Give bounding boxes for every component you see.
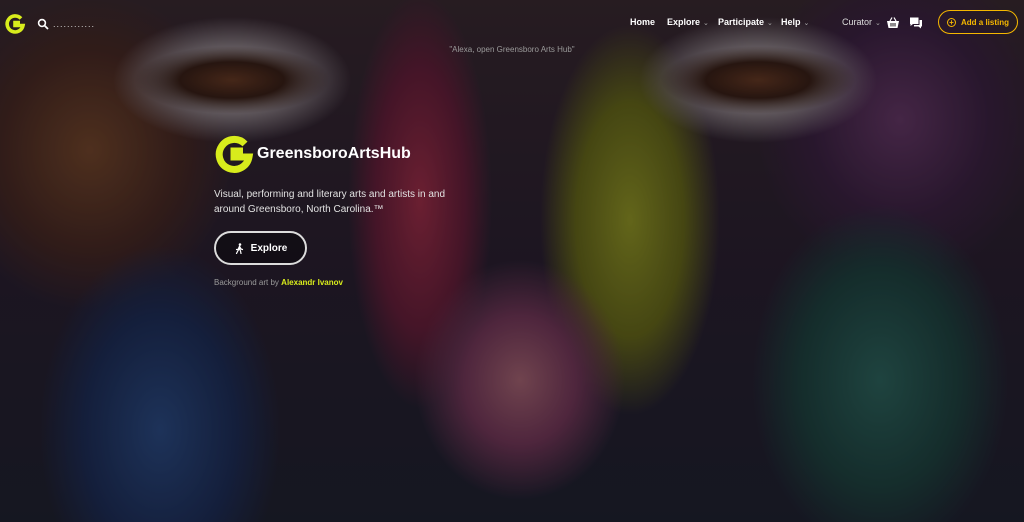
background-art bbox=[0, 0, 1024, 522]
credit-prefix: Background art by bbox=[214, 278, 279, 287]
alexa-hint: "Alexa, open Greensboro Arts Hub" bbox=[449, 45, 575, 54]
nav-explore-label: Explore bbox=[667, 17, 701, 27]
brand-name: GreensboroArtsHub bbox=[257, 145, 411, 162]
chevron-down-icon: ⌄ bbox=[767, 20, 773, 27]
basket-icon[interactable] bbox=[886, 16, 900, 30]
plus-circle-icon: + bbox=[947, 17, 956, 27]
walking-person-icon bbox=[235, 242, 243, 254]
top-navigation: Home Explore⌄ Participate⌄ Help⌄ Curator… bbox=[0, 0, 1024, 48]
search-icon[interactable] bbox=[37, 18, 49, 30]
site-logo-icon[interactable] bbox=[4, 13, 26, 35]
nav-home[interactable]: Home bbox=[630, 17, 655, 27]
search-input[interactable] bbox=[53, 16, 123, 32]
chevron-down-icon: ⌄ bbox=[803, 20, 810, 27]
nav-participate-label: Participate bbox=[718, 17, 765, 27]
nav-explore[interactable]: Explore ⌄ bbox=[667, 17, 709, 27]
user-menu-label: Curator bbox=[842, 17, 873, 27]
explore-button-label: Explore bbox=[250, 242, 288, 254]
chat-icon[interactable] bbox=[909, 16, 923, 30]
credit-artist-link[interactable]: Alexandr Ivanov bbox=[281, 278, 343, 287]
nav-help[interactable]: Help ⌄ bbox=[781, 17, 809, 27]
background-credit: Background art by Alexandr Ivanov bbox=[214, 278, 343, 287]
brand-logo-icon bbox=[215, 135, 254, 173]
chevron-down-icon: ⌄ bbox=[703, 20, 709, 27]
nav-help-label: Help bbox=[781, 17, 801, 27]
tagline: Visual, performing and literary arts and… bbox=[214, 189, 446, 215]
nav-home-label: Home bbox=[630, 17, 656, 27]
user-menu[interactable]: Curator ⌄ bbox=[842, 17, 881, 27]
chevron-down-icon: ⌄ bbox=[875, 20, 881, 27]
nav-participate[interactable]: Participate ⌄ bbox=[718, 17, 773, 27]
add-listing-button[interactable]: + Add a listing bbox=[938, 10, 1018, 34]
add-listing-label: Add a listing bbox=[961, 17, 1009, 27]
explore-button[interactable]: Explore bbox=[214, 231, 307, 265]
